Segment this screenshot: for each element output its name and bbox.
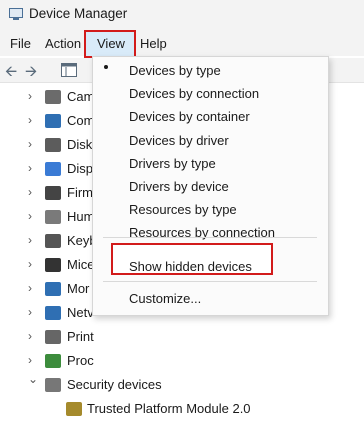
device-category-icon (45, 90, 61, 104)
tree-item[interactable]: › Print (0, 326, 364, 350)
tree-item[interactable]: › Proc (0, 350, 364, 374)
view-menu-item[interactable]: Devices by connection (129, 86, 259, 101)
menu-view[interactable]: View (97, 36, 125, 51)
selected-bullet-icon (104, 65, 108, 69)
device-category-icon (45, 186, 61, 200)
chevron-down-icon[interactable]: ⌄ (28, 372, 38, 386)
menu-separator (103, 281, 317, 282)
tree-child-item[interactable]: Trusted Platform Module 2.0 (0, 398, 364, 422)
view-menu-item[interactable]: Devices by type (129, 63, 221, 78)
device-category-icon (45, 258, 61, 272)
tpm-chip-icon (66, 402, 82, 416)
device-category-icon (45, 378, 61, 392)
tree-item-label: Firm (67, 185, 93, 200)
device-category-icon (45, 210, 61, 224)
chevron-right-icon[interactable]: › (28, 329, 32, 343)
tree-item-label: Proc (67, 353, 94, 368)
view-menu-item[interactable]: Drivers by device (129, 179, 229, 194)
tree-item-label: Cam (67, 89, 95, 104)
menu-item-show-hidden-devices[interactable]: Show hidden devices (129, 259, 252, 274)
device-category-icon (45, 306, 61, 320)
device-category-icon (45, 234, 61, 248)
tree-item-label: Netv (67, 305, 94, 320)
chevron-right-icon[interactable]: › (28, 281, 32, 295)
chevron-right-icon[interactable]: › (28, 137, 32, 151)
device-category-icon (45, 162, 61, 176)
tree-item-label: Mice (67, 257, 95, 272)
device-category-icon (45, 114, 61, 128)
device-manager-icon (9, 8, 23, 20)
tree-item-label: Com (67, 113, 95, 128)
tree-item-label: Hum (67, 209, 95, 224)
tree-item[interactable]: ⌄ Security devices (0, 372, 364, 398)
tree-item-label: Print (67, 329, 94, 344)
tree-item-label: Security devices (67, 377, 162, 392)
forward-arrow-icon[interactable]: 🡪 (25, 61, 37, 86)
window-title: Device Manager (29, 6, 128, 21)
menu-action[interactable]: Action (45, 36, 81, 51)
menu-file[interactable]: File (10, 36, 31, 51)
view-menu-item[interactable]: Resources by type (129, 202, 237, 217)
device-category-icon (45, 282, 61, 296)
tree-item-label: Trusted Platform Module 2.0 (87, 401, 251, 416)
properties-grid-icon[interactable] (61, 63, 77, 77)
device-category-icon (45, 354, 61, 368)
chevron-right-icon[interactable]: › (28, 161, 32, 175)
chevron-right-icon[interactable]: › (28, 233, 32, 247)
chevron-right-icon[interactable]: › (28, 113, 32, 127)
tree-item-label: Disk (67, 137, 93, 152)
chevron-right-icon[interactable]: › (28, 257, 32, 271)
view-menu-item[interactable]: Resources by connection (129, 225, 275, 240)
view-menu-item[interactable]: Devices by driver (129, 133, 229, 148)
chevron-right-icon[interactable]: › (28, 353, 32, 367)
chevron-right-icon[interactable]: › (28, 209, 32, 223)
view-dropdown-menu: Devices by type Devices by connection Devi… (92, 56, 329, 316)
view-menu-item[interactable]: Devices by container (129, 109, 250, 124)
tree-item-label: Mor (67, 281, 90, 296)
back-arrow-icon[interactable]: 🡨 (5, 61, 17, 86)
tree-item-label: Disp (67, 161, 94, 176)
menu-item-customize[interactable]: Customize... (129, 291, 201, 306)
menu-help[interactable]: Help (140, 36, 167, 51)
device-category-icon (45, 330, 61, 344)
chevron-right-icon[interactable]: › (28, 305, 32, 319)
chevron-right-icon[interactable]: › (28, 185, 32, 199)
device-category-icon (45, 138, 61, 152)
chevron-right-icon[interactable]: › (28, 89, 32, 103)
view-menu-item[interactable]: Drivers by type (129, 156, 216, 171)
menu-separator (103, 237, 317, 238)
